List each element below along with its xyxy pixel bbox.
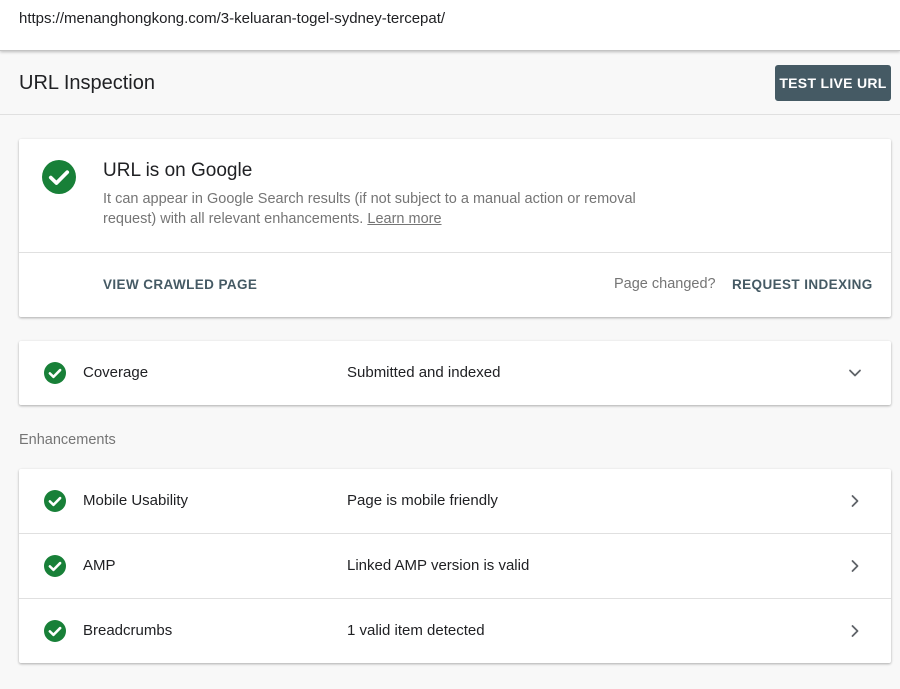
test-live-url-button[interactable]: TEST LIVE URL — [775, 65, 891, 101]
chevron-down-icon[interactable] — [845, 363, 865, 383]
check-circle-icon — [44, 362, 66, 384]
enhancement-value: Page is mobile friendly — [347, 492, 498, 509]
url-bar[interactable]: https://menanghongkong.com/3-keluaran-to… — [0, 0, 900, 51]
check-circle-icon — [44, 620, 66, 642]
url-text[interactable]: https://menanghongkong.com/3-keluaran-to… — [19, 10, 445, 27]
enhancement-label: AMP — [83, 557, 116, 574]
check-circle-icon — [44, 490, 66, 512]
enhancement-label: Mobile Usability — [83, 492, 189, 509]
coverage-card: Coverage Submitted and indexed — [19, 341, 891, 405]
page-changed-label: Page changed? — [614, 276, 716, 292]
request-indexing-button[interactable]: REQUEST INDEXING — [732, 277, 873, 292]
learn-more-link[interactable]: Learn more — [367, 211, 441, 227]
enhancement-row-amp[interactable]: AMP Linked AMP version is valid — [19, 534, 891, 598]
enhancement-value: 1 valid item detected — [347, 622, 485, 639]
page-header: URL Inspection TEST LIVE URL — [0, 52, 900, 115]
coverage-value: Submitted and indexed — [347, 364, 501, 381]
coverage-row[interactable]: Coverage Submitted and indexed — [19, 341, 891, 405]
check-circle-icon — [42, 160, 76, 194]
status-title: URL is on Google — [103, 160, 253, 181]
coverage-label: Coverage — [83, 364, 149, 381]
status-description: It can appear in Google Search results (… — [103, 189, 683, 229]
chevron-right-icon[interactable] — [845, 621, 865, 641]
view-crawled-page-button[interactable]: VIEW CRAWLED PAGE — [103, 277, 257, 292]
page-title: URL Inspection — [19, 72, 155, 94]
enhancement-row-mobile-usability[interactable]: Mobile Usability Page is mobile friendly — [19, 469, 891, 533]
index-status-card: URL is on Google It can appear in Google… — [19, 139, 891, 317]
card-divider — [19, 252, 891, 253]
enhancement-value: Linked AMP version is valid — [347, 557, 530, 574]
enhancements-card: Mobile Usability Page is mobile friendly… — [19, 469, 891, 663]
chevron-right-icon[interactable] — [845, 556, 865, 576]
enhancement-label: Breadcrumbs — [83, 622, 173, 639]
enhancement-row-breadcrumbs[interactable]: Breadcrumbs 1 valid item detected — [19, 599, 891, 663]
check-circle-icon — [44, 555, 66, 577]
enhancements-heading: Enhancements — [19, 432, 116, 448]
chevron-right-icon[interactable] — [845, 491, 865, 511]
